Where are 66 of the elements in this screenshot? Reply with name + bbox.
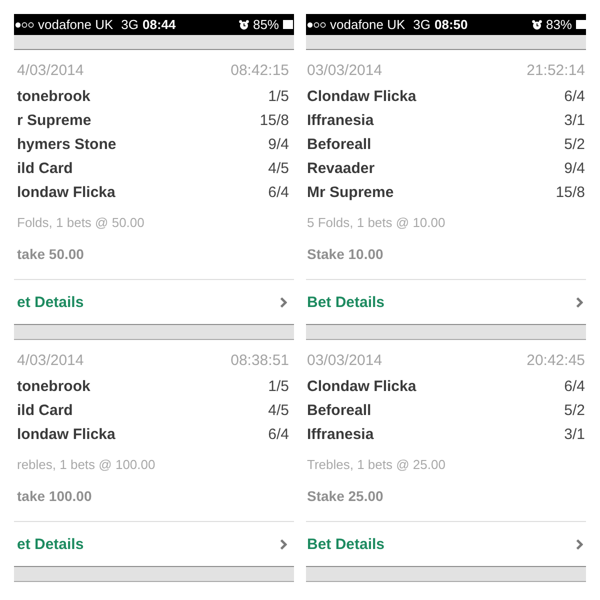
chevron-right-icon	[576, 296, 583, 308]
selection-odds: 5/2	[564, 136, 585, 152]
selection-odds: 9/4	[268, 136, 289, 152]
selection-name: tonebrook	[17, 88, 90, 104]
selection-odds: 3/1	[564, 112, 585, 128]
selection-odds: 3/1	[564, 426, 585, 442]
selection-name: londaw Flicka	[17, 184, 116, 200]
selection-name: ild Card	[17, 160, 73, 176]
chevron-right-icon	[280, 296, 287, 308]
selection-odds: 1/5	[268, 88, 289, 104]
selection-odds: 15/8	[556, 184, 585, 200]
battery-percent: 83%	[546, 17, 572, 32]
selection-name: Mr Supreme	[307, 184, 394, 200]
chevron-right-icon	[280, 538, 287, 550]
selection-name: Beforeall	[307, 136, 372, 152]
bet-time: 08:42:15	[230, 62, 289, 78]
clock-time: 08:44	[142, 17, 176, 32]
bet-summary: 5 Folds, 1 bets @ 10.00	[307, 214, 446, 232]
selection-name: Revaader	[307, 160, 375, 176]
bet-summary: Folds, 1 bets @ 50.00	[17, 214, 144, 232]
selection-odds: 5/2	[564, 402, 585, 418]
carrier-name: vodafone UK	[38, 17, 114, 32]
bet-time: 21:52:14	[526, 62, 585, 78]
selection-name: Iffranesia	[307, 426, 374, 442]
selection-odds: 4/5	[268, 160, 289, 176]
stake-amount: take 50.00	[17, 245, 84, 264]
selection-odds: 6/4	[564, 88, 585, 104]
bet-date: 4/03/2014	[17, 352, 84, 368]
bet-summary: Trebles, 1 bets @ 25.00	[307, 456, 446, 474]
battery-icon	[576, 20, 586, 29]
selection-odds: 6/4	[564, 378, 585, 394]
alarm-clock-icon	[532, 20, 542, 30]
bet-date: 03/03/2014	[307, 352, 382, 368]
selection-name: Clondaw Flicka	[307, 88, 416, 104]
alarm-clock-icon	[238, 20, 249, 30]
clock-time: 08:50	[434, 17, 468, 32]
bet-date: 03/03/2014	[307, 62, 382, 78]
carrier-name: vodafone UK	[330, 17, 406, 32]
battery-icon	[283, 20, 293, 29]
network-type: 3G	[413, 17, 431, 32]
selection-odds: 9/4	[564, 160, 585, 176]
signal-icon	[307, 22, 326, 28]
selection-odds: 1/5	[268, 378, 289, 394]
network-type: 3G	[121, 17, 139, 32]
selection-odds: 6/4	[268, 426, 289, 442]
stake-amount: Stake 10.00	[307, 245, 384, 264]
selection-name: Beforeall	[307, 402, 372, 418]
selection-name: Iffranesia	[307, 112, 374, 128]
stake-amount: take 100.00	[17, 487, 92, 506]
selection-name: hymers Stone	[17, 136, 116, 152]
selection-name: tonebrook	[17, 378, 90, 394]
selection-odds: 15/8	[260, 112, 289, 128]
selection-name: Clondaw Flicka	[307, 378, 416, 394]
battery-percent: 85%	[252, 17, 279, 32]
bet-summary: rebles, 1 bets @ 100.00	[17, 456, 156, 474]
selection-odds: 4/5	[268, 402, 289, 418]
selection-name: r Supreme	[17, 112, 92, 128]
selection-name: ild Card	[17, 402, 73, 418]
bet-time: 08:38:51	[230, 352, 289, 368]
chevron-right-icon	[576, 538, 583, 550]
bet-time: 20:42:45	[526, 352, 585, 368]
signal-icon	[15, 22, 34, 28]
stake-amount: Stake 25.00	[307, 487, 384, 506]
selection-name: londaw Flicka	[17, 426, 116, 442]
selection-odds: 6/4	[268, 184, 289, 200]
bet-date: 4/03/2014	[17, 62, 84, 78]
